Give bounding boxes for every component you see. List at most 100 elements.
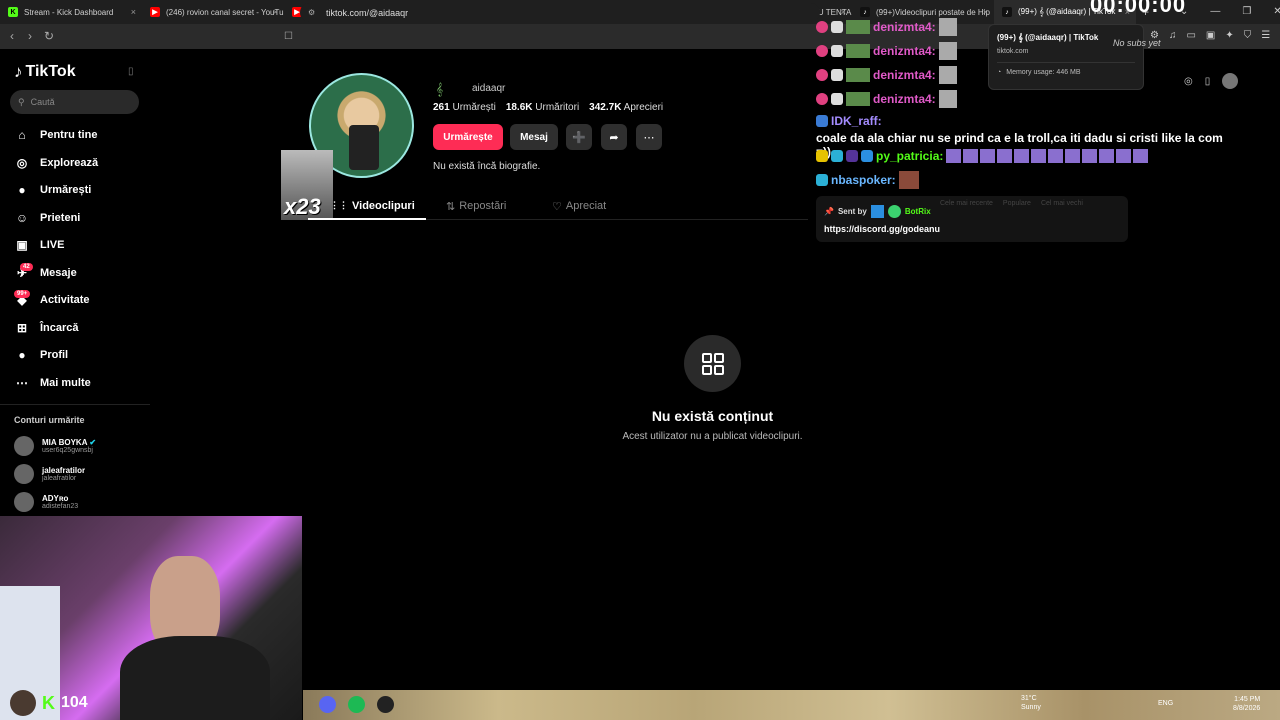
tab-hover-card: (99+) 𝄞 (@aidaaqr) | TikTok tiktok.com ◔…	[988, 24, 1144, 90]
botrix-icon	[887, 205, 901, 218]
sub-badge-icon	[816, 93, 828, 105]
sidebar-item-label: Activitate	[40, 294, 90, 306]
pinned-link[interactable]: https://discord.gg/godeanu	[824, 224, 940, 234]
tab-liked[interactable]: ♡ Apreciat	[552, 200, 606, 213]
weather-temp: 31°C	[1021, 695, 1037, 702]
sidebar-item-3[interactable]: ☺ Prieteni	[14, 210, 81, 226]
followed-account[interactable]: ADYʀᴏ adistefan23	[14, 492, 78, 512]
verified-icon: ✔	[89, 438, 97, 447]
sidebar-item-9[interactable]: ⋯ Mai multe	[14, 375, 91, 391]
badge-icon	[846, 150, 858, 162]
sidebar-item-4[interactable]: ▣ LIVE	[14, 237, 64, 253]
badge-icon	[846, 20, 870, 34]
username-emoji-icon: 𝄞	[436, 82, 444, 96]
profile-stat[interactable]: 18.6K Urmăritori	[506, 102, 579, 113]
language-indicator[interactable]: ENG	[1158, 700, 1173, 707]
stat-label: Aprecieri	[623, 102, 664, 113]
url-field[interactable]: ⚙ tiktok.com/@aidaaqr	[300, 3, 820, 22]
maximize-icon[interactable]: ❐	[1242, 6, 1251, 17]
more-options-icon[interactable]: ⋯	[636, 124, 662, 150]
message-button[interactable]: Mesaj	[510, 124, 558, 150]
browser-tab[interactable]: ▶ (246) rovion canal secret - YouTube ×	[142, 0, 284, 24]
close-icon[interactable]: ✕	[1273, 6, 1280, 17]
collapse-sidebar-icon[interactable]: ▯	[128, 66, 134, 77]
chat-username: IDK_raff:	[831, 114, 882, 128]
tab-reposts[interactable]: ⇅ Repostări	[446, 200, 506, 213]
back-icon[interactable]: ‹	[10, 29, 14, 43]
chat-sort-tab[interactable]: Cele mai recente	[940, 200, 993, 207]
minimize-icon[interactable]: —	[1210, 6, 1220, 17]
sidebar-item-icon: ⌂	[18, 128, 26, 142]
compass-icon[interactable]: ◎	[1184, 76, 1193, 87]
reload-icon[interactable]: ↻	[44, 29, 54, 43]
pin-icon: 📌	[824, 207, 834, 216]
tab-favicon-icon: ♪	[1002, 7, 1012, 17]
account-handle: adistefan23	[42, 503, 79, 510]
forward-icon[interactable]: ›	[28, 29, 32, 43]
chat-sort-tab[interactable]: Populare	[1003, 200, 1031, 207]
share-icon[interactable]: ➦	[601, 124, 627, 150]
tiktok-note-icon: ♪	[14, 62, 23, 81]
badge-icon	[831, 150, 843, 162]
clock[interactable]: 1:45 PM 8/8/2026	[1233, 695, 1260, 713]
add-friend-icon[interactable]: ➕	[566, 124, 592, 150]
profile-stat[interactable]: 342.7K Aprecieri	[589, 102, 663, 113]
tab-close-icon[interactable]: ×	[131, 7, 136, 17]
active-tab-indicator	[308, 218, 426, 220]
grid-icon: ⋮⋮	[330, 200, 348, 210]
badge-icon	[816, 174, 828, 186]
avatar	[14, 464, 34, 484]
sidebar-item-label: Mai multe	[40, 377, 91, 389]
tab-close-icon[interactable]: ×	[983, 7, 988, 17]
discord-icon[interactable]	[319, 696, 336, 713]
emote-icon	[938, 42, 957, 60]
wallet-icon[interactable]: ▣	[1206, 30, 1215, 41]
browser-tab[interactable]: K Stream - Kick Dashboard ×	[0, 0, 142, 24]
music-icon[interactable]: ♫	[1169, 30, 1177, 41]
tiktok-logo[interactable]: ♪ TikTok	[14, 62, 76, 82]
spotify-icon[interactable]	[348, 696, 365, 713]
profile-tabs: ⋮⋮ Videoclipuri ⇅ Repostări ♡ Apreciat	[308, 196, 808, 220]
weather-widget[interactable]: 31°C Sunny	[1021, 694, 1041, 712]
copilot-icon[interactable]: ✦	[1225, 30, 1233, 41]
sidebar-icon[interactable]: ▭	[1186, 30, 1195, 41]
menu-icon[interactable]: ☰	[1261, 30, 1270, 41]
chat-username: py_patricia:	[876, 149, 944, 163]
chat-username: denizmta4:	[873, 20, 936, 34]
profile-stat[interactable]: 261 Urmărești	[433, 102, 496, 113]
follow-button[interactable]: Urmărește	[433, 124, 503, 150]
followed-account[interactable]: MIA BOYKA ✔ user6q25gwnsbj	[14, 436, 96, 456]
obs-icon[interactable]	[377, 696, 394, 713]
sidebar-item-8[interactable]: ● Profil	[14, 347, 68, 363]
shield-icon[interactable]: ⛉	[1244, 30, 1252, 41]
chat-username: denizmta4:	[873, 92, 936, 106]
chat-sort-tab[interactable]: Cel mai vechi	[1041, 200, 1083, 207]
badge-icon	[831, 21, 843, 33]
window-controls: ⌄ — ❐ ✕	[1180, 6, 1280, 17]
account-name: ADYʀᴏ	[42, 494, 69, 503]
tab-close-icon[interactable]: ×	[841, 7, 846, 17]
tab-favicon-icon: ▶	[150, 7, 160, 17]
sidebar-item-label: Explorează	[40, 157, 99, 169]
followed-account[interactable]: jaleafratilor jaleafratilor	[14, 464, 85, 484]
sidebar-item-7[interactable]: ⊞ Încarcă	[14, 320, 79, 336]
empty-state-icon	[684, 335, 741, 392]
tab-videos[interactable]: ⋮⋮ Videoclipuri	[330, 200, 415, 212]
heart-icon: ♡	[552, 201, 562, 213]
site-info-icon[interactable]: ⚙	[308, 8, 315, 17]
tab-close-icon[interactable]: ×	[273, 7, 278, 17]
sidebar-item-icon: ▣	[16, 238, 28, 252]
sidebar-item-icon: ⊞	[16, 321, 28, 335]
sidebar-item-2[interactable]: ● Urmărești	[14, 182, 91, 198]
user-avatar[interactable]	[1222, 73, 1239, 89]
bookmark-icon[interactable]: ☐	[284, 31, 293, 42]
memory-icon: ◔	[997, 69, 1002, 76]
stat-number: 261	[433, 102, 450, 113]
sidebar-item-label: Mesaje	[40, 267, 77, 279]
phone-icon[interactable]: ▯	[1205, 76, 1211, 87]
sidebar-item-1[interactable]: ◎ Explorează	[14, 155, 98, 171]
chat-message: denizmta4:	[816, 18, 957, 36]
search-input[interactable]: ⚲ Caută	[10, 90, 139, 114]
sidebar-item-0[interactable]: ⌂ Pentru tine	[14, 127, 97, 143]
sub-badge-icon	[816, 21, 828, 33]
